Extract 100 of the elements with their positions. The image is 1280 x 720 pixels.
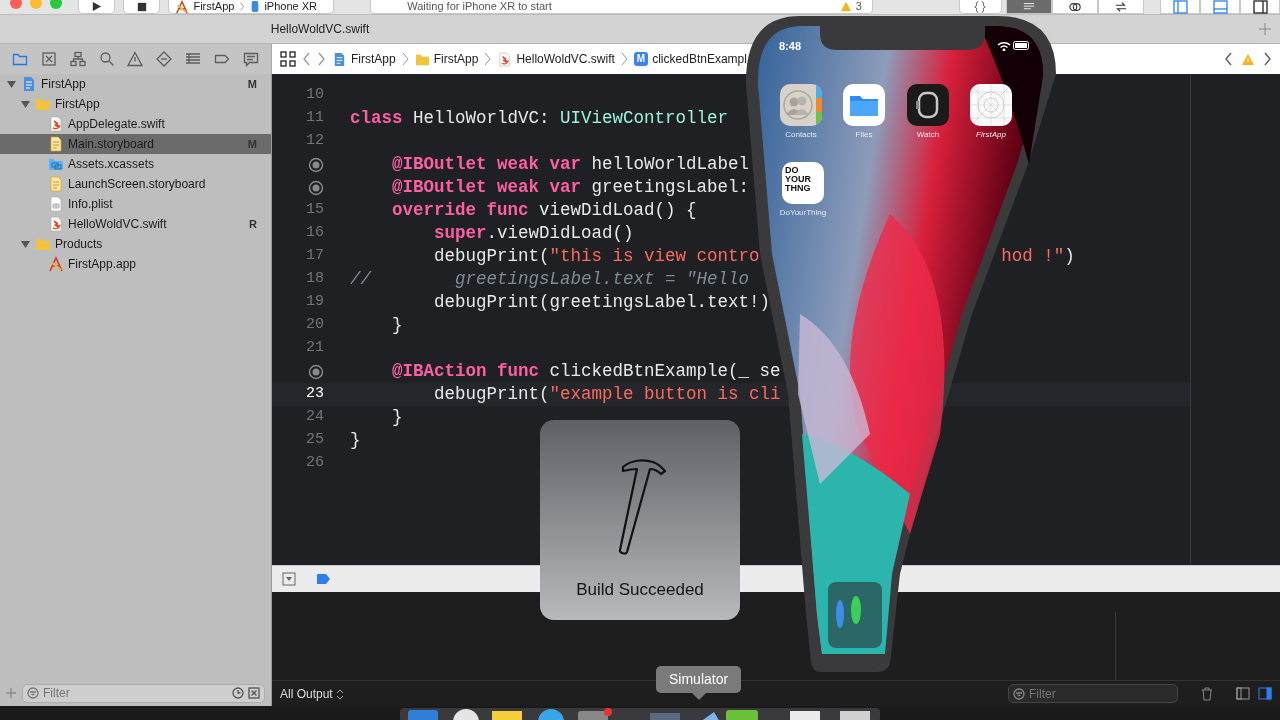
list-icon[interactable]	[184, 51, 201, 67]
app-logo[interactable]: DO YOUR THNG	[782, 162, 824, 204]
box-icon[interactable]	[248, 687, 260, 699]
tooltip-pointer	[691, 693, 706, 700]
filter-field[interactable]: Filter	[22, 683, 265, 703]
code-line: debugPrint("example button is cli	[433, 383, 781, 407]
connection-icon[interactable]	[308, 179, 324, 196]
swift-file-icon	[497, 51, 513, 67]
app-label: Contacts	[784, 129, 818, 141]
box-icon[interactable]	[41, 51, 58, 67]
clock-icon[interactable]	[232, 687, 244, 699]
assistant-editor-button[interactable]	[1052, 0, 1098, 14]
activity-status: Waiting for iPhone XR to start	[407, 1, 552, 12]
disclosure-triangle[interactable]	[6, 78, 17, 90]
previous-issue-icon[interactable]	[1224, 52, 1233, 66]
line-number: 16	[305, 223, 324, 244]
swift-file-icon	[48, 116, 64, 132]
storyboard-file-icon	[48, 176, 64, 192]
build-status-message: Build Succeeded	[576, 578, 704, 601]
code-review-button[interactable]	[958, 0, 1002, 14]
asset-catalog-icon	[48, 156, 64, 172]
breakpoint-icon[interactable]	[316, 573, 331, 585]
connection-icon[interactable]	[308, 363, 324, 380]
hierarchy-icon[interactable]	[69, 51, 86, 67]
storyboard-file-icon	[48, 136, 64, 152]
phone-icon	[250, 0, 261, 13]
line-number: 24	[305, 407, 324, 428]
version-editor-button[interactable]	[1098, 0, 1144, 14]
speech-bubble-icon[interactable]	[242, 51, 259, 67]
disclosure-triangle[interactable]	[20, 238, 31, 250]
app-label: FirstApp	[975, 129, 1007, 141]
chevron-icon	[620, 52, 628, 66]
code-line: @IBOutlet weak var greetingsLabel:	[391, 176, 750, 200]
navigator-item[interactable]: Products	[0, 234, 271, 254]
connection-icon[interactable]	[308, 156, 324, 173]
stop-button[interactable]	[123, 0, 161, 14]
panel-icon	[1212, 0, 1228, 14]
filter-icon	[1013, 687, 1025, 700]
close-button-icon[interactable]	[9, 0, 22, 9]
line-number: 21	[305, 338, 324, 359]
stop-icon	[136, 1, 147, 12]
breadcrumb-item[interactable]: HelloWoldVC.swift	[497, 50, 615, 68]
code-line: super.viewDidLoad()	[433, 222, 634, 246]
breadcrumb-item[interactable]: M clickedBtnExampl	[633, 50, 747, 68]
warning-icon[interactable]	[127, 51, 144, 67]
swift-file-icon	[48, 216, 64, 232]
code-line: }	[391, 406, 403, 430]
hide-debug-area-icon[interactable]	[282, 572, 296, 586]
panel-icon	[1252, 0, 1268, 14]
chevron-icon	[238, 1, 247, 12]
braces-icon	[974, 0, 987, 13]
plist-file-icon	[48, 196, 64, 212]
line-number: 18	[305, 269, 324, 290]
filter-input[interactable]: Filter	[1029, 684, 1173, 703]
navigator-item[interactable]: FirstApp M	[0, 74, 271, 94]
app-icon[interactable]	[907, 84, 949, 126]
project-icon	[21, 76, 37, 92]
trash-icon[interactable]	[1200, 686, 1214, 701]
line-number: 12	[305, 131, 324, 152]
back-icon[interactable]	[302, 52, 311, 66]
forward-icon[interactable]	[317, 52, 326, 66]
variables-pane-toggle[interactable]	[1236, 687, 1250, 700]
navigator-item[interactable]: HelloWoldVC.swift R	[0, 214, 271, 234]
navigator-item[interactable]: FirstApp.app	[0, 254, 271, 274]
diamond-icon[interactable]	[156, 51, 173, 67]
navigator-item[interactable]: LaunchScreen.storyboard	[0, 174, 271, 194]
line-number: 23	[305, 384, 324, 405]
play-icon	[90, 1, 102, 12]
folder-icon	[35, 96, 51, 112]
wifi-icon	[997, 40, 1011, 51]
code-line: debugPrint(greetingsLabel.text!)	[433, 291, 771, 315]
app-label: Watch	[915, 129, 941, 141]
breadcrumb-item[interactable]: FirstApp	[332, 50, 396, 68]
grid-icon[interactable]	[280, 51, 296, 67]
breadcrumb-item[interactable]: FirstApp	[414, 50, 479, 68]
disclosure-triangle[interactable]	[20, 98, 31, 110]
filter-field[interactable]: Filter	[1008, 684, 1178, 703]
app-icon[interactable]	[970, 84, 1012, 126]
line-number: 11	[305, 108, 324, 129]
filter-input[interactable]: Filter	[43, 684, 228, 702]
line-number: 10	[305, 85, 324, 106]
debug-area-toggle[interactable]	[1200, 0, 1240, 14]
warning-count[interactable]: 3	[839, 1, 862, 12]
inspector-toggle[interactable]	[1240, 0, 1280, 14]
search-icon[interactable]	[98, 51, 115, 67]
navigator-toggle[interactable]	[1160, 0, 1200, 14]
code-line: @IBOutlet weak var helloWorldLabel	[391, 153, 750, 177]
folder-icon[interactable]	[12, 51, 29, 67]
next-issue-icon[interactable]	[1263, 52, 1272, 66]
console-pane-toggle[interactable]	[1258, 687, 1272, 700]
output-scope-menu[interactable]: All Output	[280, 684, 345, 703]
scheme-name[interactable]: FirstApp	[193, 1, 235, 12]
navigator-item[interactable]: AppDelegate.swift	[0, 114, 271, 134]
line-number: 17	[305, 246, 324, 267]
device-name[interactable]: iPhone XR	[264, 1, 317, 12]
navigator-item[interactable]: FirstApp	[0, 94, 271, 114]
line-number: 19	[305, 292, 324, 313]
navigator-item[interactable]: Assets.xcassets	[0, 154, 271, 174]
navigator-item[interactable]: Info.plist	[0, 194, 271, 214]
run-button[interactable]	[77, 0, 116, 14]
